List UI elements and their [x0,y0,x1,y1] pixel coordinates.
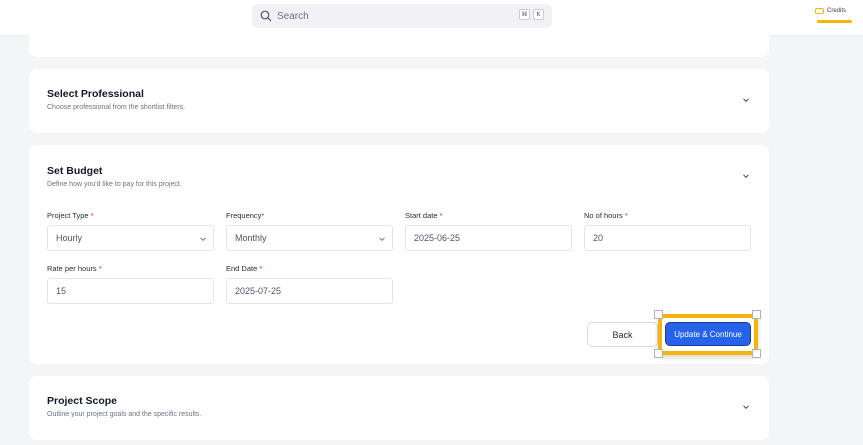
frequency-select[interactable]: Monthly [226,225,393,251]
no-of-hours-label: No of hours * [584,211,628,220]
start-date-label: Start date * [405,211,443,220]
set-budget-subtitle: Define how you'd like to pay for this pr… [47,181,182,188]
k-key: K [533,9,544,20]
project-scope-subtitle: Outline your project goals and the speci… [47,411,202,418]
frequency-value: Monthly [235,233,267,243]
select-professional-subtitle: Choose professional from the shortlist f… [47,104,186,111]
rate-per-hours-value: 15 [56,286,67,296]
rate-per-hours-input[interactable]: 15 [47,278,214,304]
chevron-down-icon [379,237,385,242]
project-type-label: Project Type * [47,211,94,220]
frequency-label: Frequency* [226,211,265,220]
start-date-input[interactable]: 2025-06-25 [405,225,572,251]
rate-per-hours-label: Rate per hours * [47,264,102,273]
update-continue-button[interactable]: Update & Continue [665,322,751,346]
resize-handle-top-right[interactable] [752,310,761,319]
credits-button[interactable]: Credits [815,5,852,23]
select-professional-card[interactable]: Select Professional Choose professional … [29,69,769,133]
search-bar[interactable]: Search ⌘ K [252,4,552,28]
project-type-select[interactable]: Hourly [47,225,214,251]
credits-bar [817,20,852,23]
chevron-down-icon[interactable] [742,403,750,411]
end-date-label: End Date * [226,264,263,273]
search-icon [260,10,272,22]
coin-icon [815,8,824,14]
no-of-hours-input[interactable]: 20 [584,225,751,251]
chevron-down-icon[interactable] [742,172,750,180]
end-date-input[interactable]: 2025-07-25 [226,278,393,304]
set-budget-title: Set Budget [47,165,103,177]
no-of-hours-value: 20 [593,233,604,243]
end-date-value: 2025-07-25 [235,286,282,296]
search-placeholder: Search [277,10,309,22]
resize-handle-bottom-right[interactable] [752,349,761,358]
project-scope-title: Project Scope [47,395,118,407]
chevron-down-icon [200,237,206,242]
project-type-value: Hourly [56,233,83,243]
select-professional-title: Select Professional [47,88,144,100]
credits-label: Credits [827,8,847,14]
chevron-down-icon[interactable] [742,96,750,104]
command-key: ⌘ [519,9,530,20]
start-date-value: 2025-06-25 [414,233,461,243]
project-scope-card[interactable]: Project Scope Outline your project goals… [29,376,769,440]
resize-handle-top-left[interactable] [654,310,663,319]
resize-handle-bottom-left[interactable] [654,349,663,358]
search-shortcut: ⌘ K [519,9,544,20]
previous-section-card [29,28,769,57]
back-button[interactable]: Back [587,322,658,347]
